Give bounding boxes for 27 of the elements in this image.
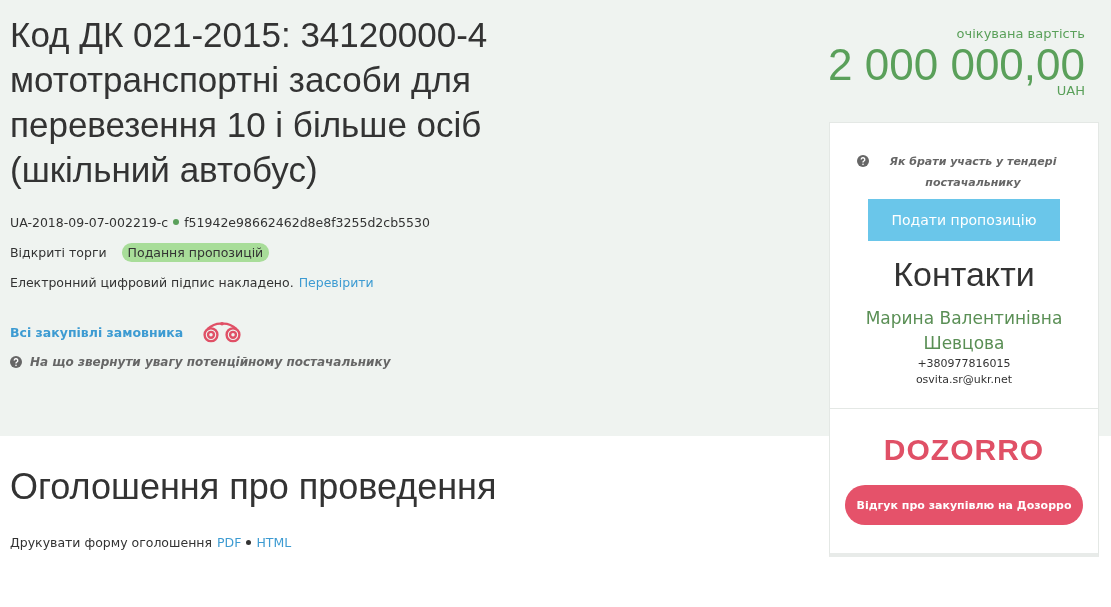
format-link[interactable]: PDF (217, 534, 242, 550)
verify-link[interactable]: Перевірити (298, 274, 374, 290)
tender-hash: f51942e98662462d8e8f3255d2cb5530 (184, 214, 430, 230)
tender-title: Код ДК 021-2015: 34120000-4 мототранспортні засоби для перевезення 10 і більше осіб (шкільний автобус) (10, 14, 489, 191)
review-button[interactable]: Відгук про закупівлю на Дозорро (845, 485, 1083, 525)
buyer-procurements-link[interactable]: Всі закупівлі замовника (10, 324, 184, 340)
signature-text: Електронний цифровий підпис накладено. (10, 274, 294, 290)
help-icon (10, 356, 22, 368)
submit-offer-button[interactable]: Подати пропозицію (868, 199, 1060, 241)
help-icon (856, 155, 869, 167)
format-link[interactable]: HTML (256, 534, 292, 550)
section-heading: Оголошення про проведення (10, 466, 497, 508)
tender-id: UA-2018-09-07-002219-c (10, 214, 169, 230)
contacts-heading: Контакти (893, 255, 1035, 294)
separator-dot (246, 539, 252, 545)
procedure-type: Відкриті торги (10, 244, 107, 260)
price-caption: очікувана вартість (956, 26, 1085, 41)
help-text[interactable]: Як брати участь у тендері постачальнику (874, 151, 1072, 193)
binoculars-icon (201, 321, 244, 343)
print-label: Друкувати форму оголошення (10, 534, 212, 550)
dozorro-logo: DOZORRO (883, 433, 1045, 467)
hint-text[interactable]: На що звернути увагу потенційному постачальнику (30, 355, 391, 369)
status-dot (173, 219, 180, 225)
contact-name: Марина Валентинівна Шевцова (864, 307, 1064, 355)
status-badge: Подання пропозицій (121, 242, 270, 262)
contact-phone: +380977816015 (917, 356, 1011, 372)
contact-email: osvita.sr@ukr.net (915, 372, 1013, 388)
